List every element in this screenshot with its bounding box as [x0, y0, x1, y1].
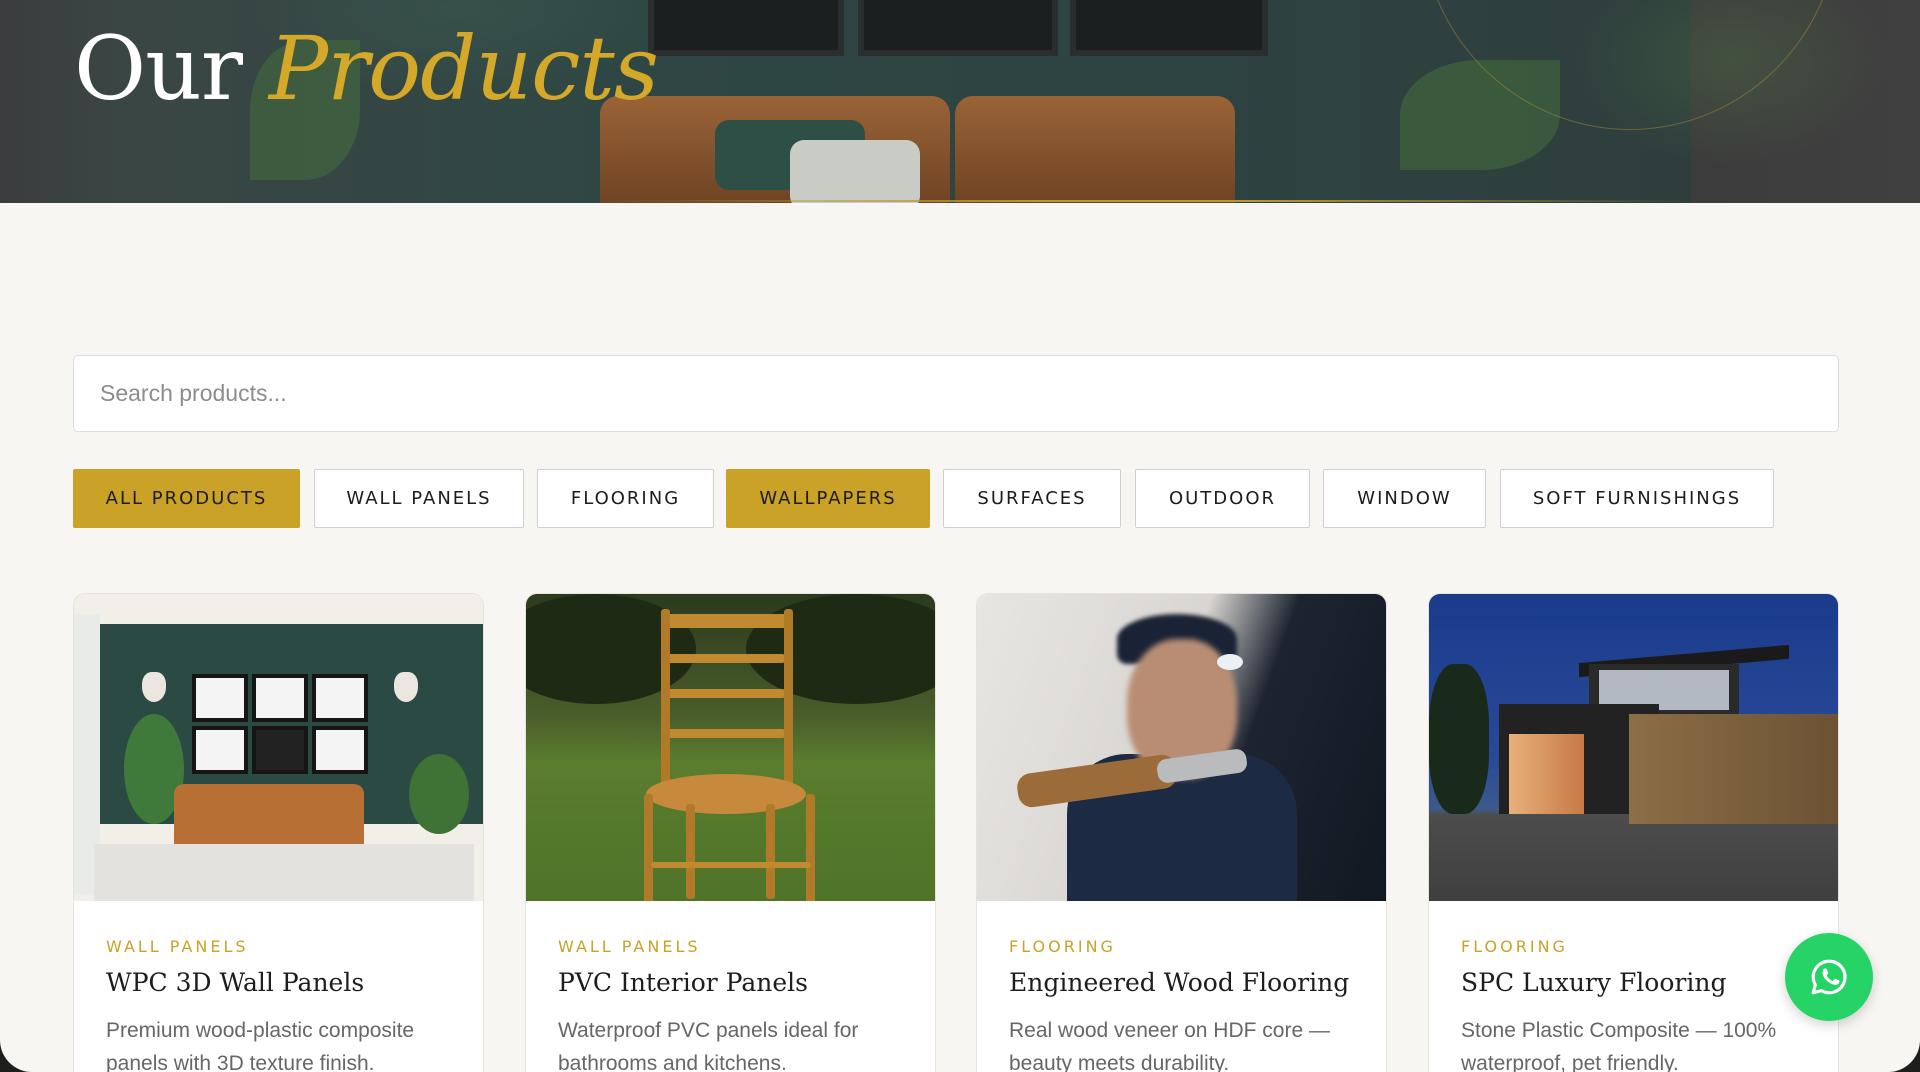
page-title-plain: Our	[74, 17, 243, 120]
hero-banner: Our Products	[0, 0, 1920, 203]
whatsapp-icon	[1811, 959, 1847, 995]
product-category: WALL PANELS	[558, 937, 701, 956]
product-image[interactable]	[1429, 594, 1838, 901]
product-image[interactable]	[74, 594, 483, 901]
product-title[interactable]: SPC Luxury Flooring	[1461, 968, 1726, 997]
product-description: Stone Plastic Composite — 100% waterproo…	[1461, 1019, 1777, 1072]
product-description: Waterproof PVC panels ideal for bathroom…	[558, 1019, 859, 1072]
page-title: Our Products	[74, 14, 659, 124]
cushion-decor	[790, 140, 920, 203]
product-description: Premium wood-plastic composite panels wi…	[106, 1019, 415, 1072]
product-description: Real wood veneer on HDF core — beauty me…	[1009, 1019, 1330, 1072]
product-image[interactable]	[526, 594, 935, 901]
product-category: FLOORING	[1009, 937, 1116, 956]
filter-outdoor[interactable]: OUTDOOR	[1135, 469, 1310, 528]
filter-flooring[interactable]: FLOORING	[537, 469, 714, 528]
page-title-accent: Products	[268, 17, 659, 120]
whatsapp-chat-button[interactable]	[1785, 933, 1873, 1021]
wall-frame-decor	[648, 0, 844, 56]
sofa-decor	[955, 96, 1235, 203]
product-image[interactable]	[977, 594, 1386, 901]
product-card[interactable]: FLOORING SPC Luxury Flooring Stone Plast…	[1428, 593, 1839, 1072]
filter-window[interactable]: WINDOW	[1323, 469, 1486, 528]
product-category: FLOORING	[1461, 937, 1568, 956]
filter-wallpapers[interactable]: WALLPAPERS	[726, 469, 930, 528]
product-card[interactable]: WALL PANELS WPC 3D Wall Panels Premium w…	[73, 593, 484, 1072]
products-section: ALL PRODUCTS WALL PANELS FLOORING WALLPA…	[0, 203, 1920, 1072]
wall-frame-decor	[1070, 0, 1268, 56]
hero-underline	[600, 200, 1690, 202]
product-title[interactable]: WPC 3D Wall Panels	[106, 968, 364, 997]
product-card[interactable]: WALL PANELS PVC Interior Panels Waterpro…	[525, 593, 936, 1072]
filter-surfaces[interactable]: SURFACES	[943, 469, 1121, 528]
product-title[interactable]: Engineered Wood Flooring	[1009, 968, 1349, 997]
filter-wall-panels[interactable]: WALL PANELS	[314, 469, 524, 528]
filter-soft-furnishings[interactable]: SOFT FURNISHINGS	[1500, 469, 1774, 528]
search-input[interactable]	[73, 355, 1839, 432]
product-category: WALL PANELS	[106, 937, 249, 956]
product-card[interactable]: FLOORING Engineered Wood Flooring Real w…	[976, 593, 1387, 1072]
wall-frame-decor	[858, 0, 1058, 56]
filter-all-products[interactable]: ALL PRODUCTS	[73, 469, 300, 528]
product-title[interactable]: PVC Interior Panels	[558, 968, 808, 997]
